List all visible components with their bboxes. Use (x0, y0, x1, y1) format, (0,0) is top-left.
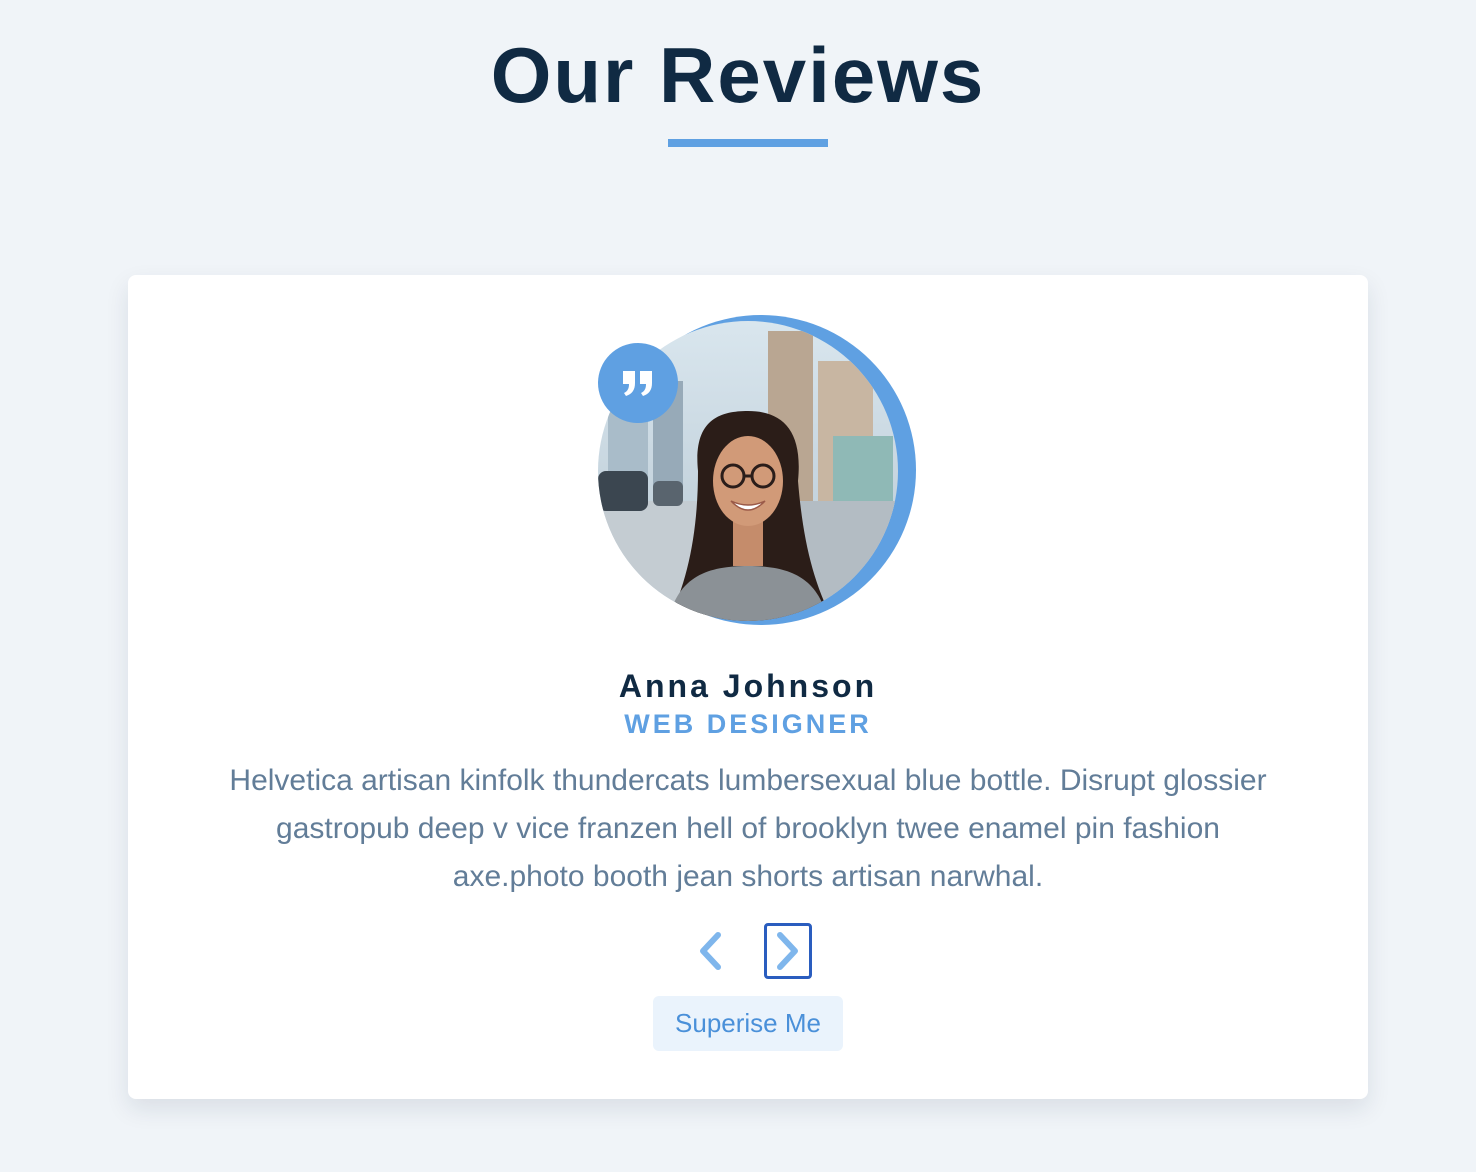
reviewer-name: Anna Johnson (618, 668, 878, 704)
next-button[interactable] (764, 923, 812, 979)
chevron-left-icon (700, 932, 721, 970)
review-card: Anna Johnson web designer Helvetica arti… (128, 275, 1368, 1099)
prev-button[interactable] (686, 923, 734, 979)
quote-right-icon (623, 371, 652, 396)
surprise-me-button[interactable]: Superise Me (653, 996, 843, 1051)
title-underline (668, 139, 828, 147)
page-title: Our Reviews (490, 31, 986, 119)
quote-badge (598, 343, 678, 423)
reviewer-job: web designer (624, 709, 872, 739)
review-text: Helvetica artisan kinfolk thundercats lu… (229, 764, 1267, 893)
chevron-right-icon (777, 932, 798, 970)
